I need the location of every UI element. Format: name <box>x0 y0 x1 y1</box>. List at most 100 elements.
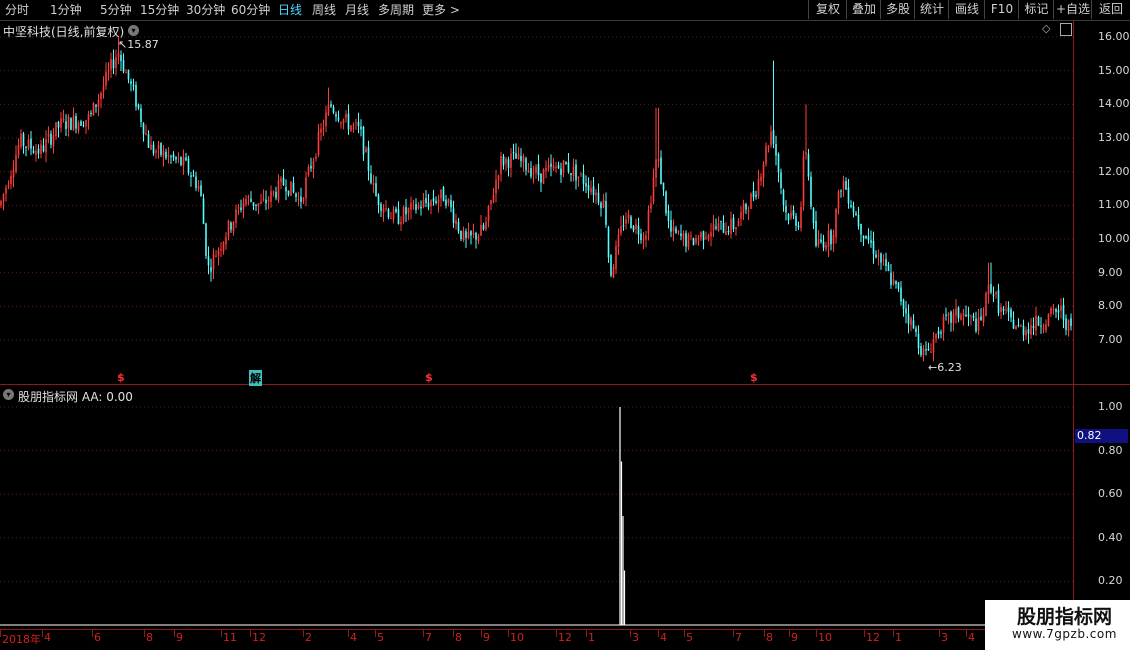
candle-body <box>482 225 485 230</box>
period-tab-daily[interactable]: 日线 <box>278 2 302 18</box>
candle-body <box>987 284 990 295</box>
date-tick-label: 8 <box>146 631 153 644</box>
candle-body <box>315 156 317 159</box>
indicator-chart[interactable] <box>0 385 1074 629</box>
period-tab-multi[interactable]: 多周期 <box>378 2 414 18</box>
candle-body <box>247 196 250 198</box>
statistics-button[interactable]: 统计 <box>914 0 949 19</box>
price-tick-label: 16.00 <box>1098 30 1130 43</box>
dividend-marker[interactable]: $ <box>425 371 433 384</box>
candle-body <box>177 157 180 159</box>
overlay-button[interactable]: 叠加 <box>846 0 881 19</box>
candle-body <box>590 188 592 193</box>
multi-stock-button[interactable]: 多股 <box>880 0 915 19</box>
candle-body <box>1017 324 1020 326</box>
candle-body <box>967 314 970 317</box>
date-tick-label: 12 <box>558 631 572 644</box>
price-tick-label: 8.00 <box>1098 299 1123 313</box>
candle-body <box>1012 319 1015 329</box>
candle-body <box>137 104 140 109</box>
date-tick-label: 4 <box>968 631 975 644</box>
candle-body <box>100 92 102 100</box>
candle-body <box>627 214 630 219</box>
candle-body <box>230 222 232 230</box>
period-tab-60min[interactable]: 60分钟 <box>231 2 270 18</box>
restore-rights-button[interactable]: 复权 <box>808 0 847 19</box>
candle-body <box>292 182 295 193</box>
period-tab-5min[interactable]: 5分钟 <box>100 2 132 18</box>
unlock-marker[interactable]: 解 <box>249 370 262 386</box>
candle-body <box>667 210 670 221</box>
candle-body <box>575 164 577 181</box>
candle-body <box>12 169 15 178</box>
candle-body <box>972 315 975 318</box>
candle-body <box>877 255 880 257</box>
candle-body <box>330 104 332 107</box>
candlestick-chart[interactable] <box>0 20 1074 384</box>
mark-button[interactable]: 标记 <box>1018 0 1054 19</box>
period-tab-30min[interactable]: 30分钟 <box>186 2 225 18</box>
candle-body <box>240 207 242 210</box>
date-tick-mark <box>221 629 222 637</box>
candle-body <box>35 150 37 156</box>
candle-body <box>865 235 867 239</box>
add-watchlist-button[interactable]: +自选 <box>1053 0 1092 19</box>
candle-body <box>202 198 205 225</box>
candle-body <box>52 135 55 147</box>
period-tab-1min[interactable]: 1分钟 <box>50 2 82 18</box>
candle-body <box>67 116 70 129</box>
candle-body <box>537 164 540 176</box>
price-tick-label: 7.00 <box>1098 333 1123 347</box>
candle-body <box>975 318 977 332</box>
date-tick-label: 4 <box>660 631 667 644</box>
candle-body <box>410 202 412 210</box>
f10-button[interactable]: F10 <box>984 0 1019 19</box>
candle-body <box>990 283 992 293</box>
candle-body <box>242 202 245 210</box>
candle-body <box>647 210 650 234</box>
date-tick-label: 10 <box>510 631 524 644</box>
date-tick-mark <box>630 629 631 637</box>
candle-body <box>175 157 177 160</box>
period-tab-timeshare[interactable]: 分时 <box>5 2 29 18</box>
candle-body <box>387 208 390 218</box>
period-tab-weekly[interactable]: 周线 <box>312 2 336 18</box>
candle-body <box>92 102 95 116</box>
candle-body <box>27 139 30 149</box>
candle-body <box>677 231 680 233</box>
candle-body <box>920 346 922 356</box>
candle-body <box>200 185 202 196</box>
candle-body <box>370 173 372 184</box>
candle-body <box>185 157 187 161</box>
candle-body <box>725 231 727 236</box>
dividend-marker[interactable]: $ <box>117 371 125 384</box>
indicator-tick-label: 0.60 <box>1098 487 1123 501</box>
watermark-title: 股朋指标网 <box>1017 606 1113 628</box>
candle-body <box>122 60 125 72</box>
date-tick-mark <box>0 629 1 637</box>
candle-body <box>375 183 377 196</box>
candle-body <box>960 314 962 320</box>
date-tick-mark <box>586 629 587 637</box>
candle-body <box>517 153 520 159</box>
high-price-label: ↖15.87 <box>118 38 159 51</box>
dividend-marker[interactable]: $ <box>750 371 758 384</box>
candle-body <box>845 181 847 190</box>
candle-body <box>542 169 545 184</box>
back-button[interactable]: 返回 <box>1091 0 1130 19</box>
candle-body <box>287 190 290 195</box>
candle-body <box>932 339 935 353</box>
period-tab-15min[interactable]: 15分钟 <box>140 2 179 18</box>
draw-line-button[interactable]: 画线 <box>948 0 985 19</box>
candle-body <box>272 191 275 193</box>
date-tick-label: 3 <box>941 631 948 644</box>
date-tick-label: 8 <box>455 631 462 644</box>
period-tab-more[interactable]: 更多 > <box>422 2 460 18</box>
candle-body <box>415 204 417 211</box>
candle-body <box>630 216 632 229</box>
date-tick-mark <box>658 629 659 637</box>
period-tab-monthly[interactable]: 月线 <box>345 2 369 18</box>
candle-body <box>97 99 100 107</box>
date-tick-mark <box>816 629 817 637</box>
candle-body <box>520 155 522 161</box>
